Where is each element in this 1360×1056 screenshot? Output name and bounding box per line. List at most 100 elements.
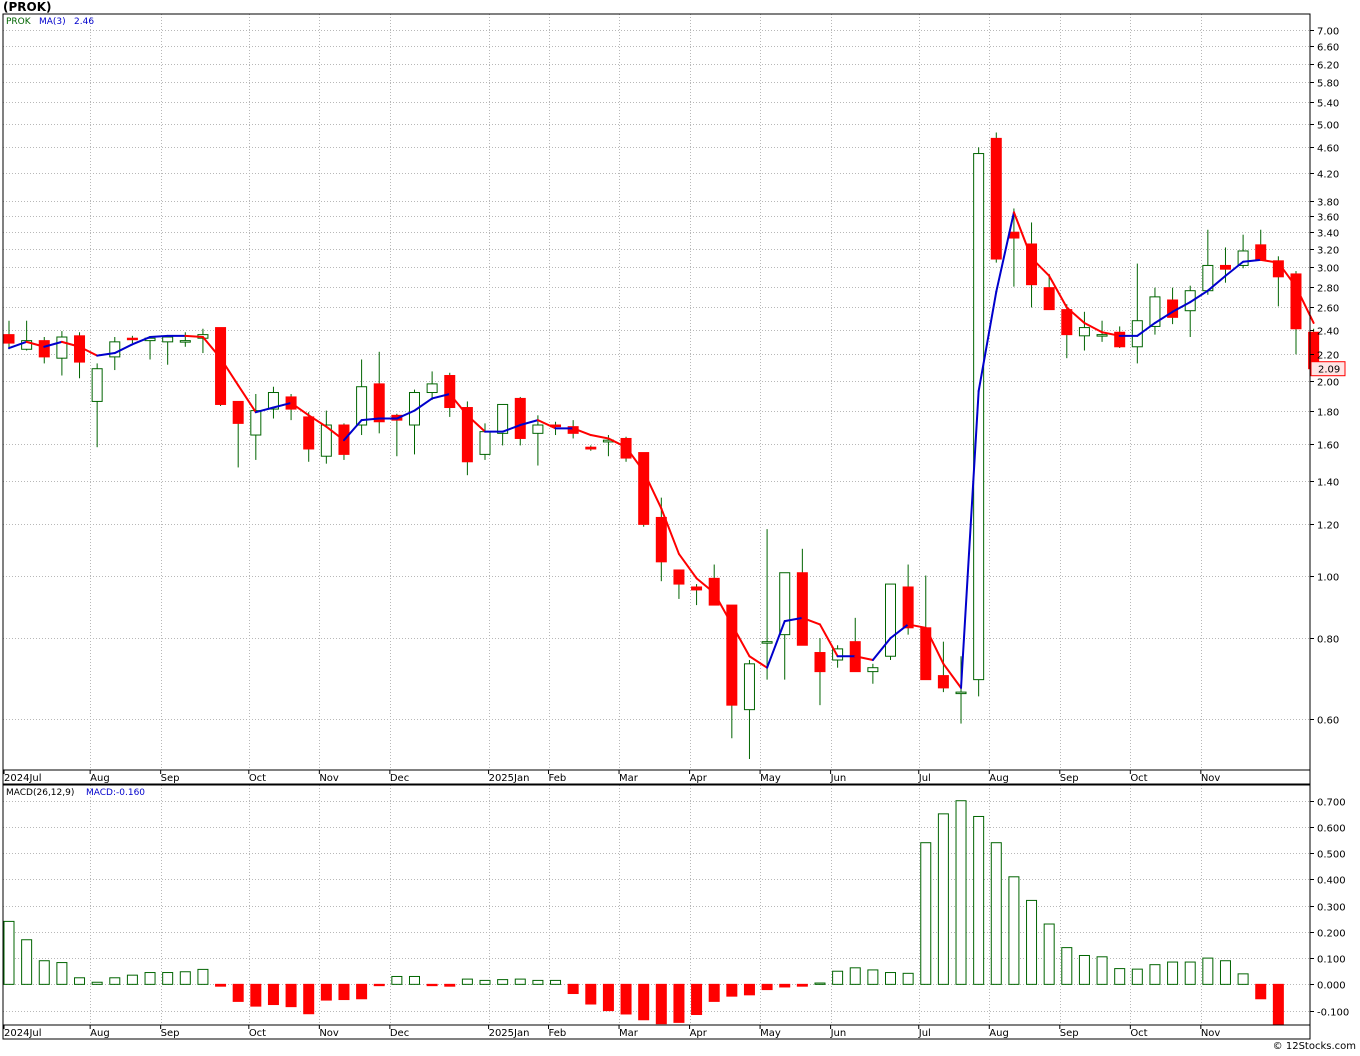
macd-bar-positive xyxy=(56,962,68,985)
macd-bar-negative xyxy=(602,983,614,1012)
price-y-tick-label: 2.60 xyxy=(1317,304,1339,315)
macd-bar-positive xyxy=(990,842,1002,985)
candle-up xyxy=(867,667,879,673)
candle-down xyxy=(796,572,808,646)
last-price-value: 2.09 xyxy=(1318,365,1340,376)
price-x-axis-band xyxy=(2,769,1311,785)
macd-bar-negative xyxy=(1272,983,1284,1027)
price-x-tick-label: Jul xyxy=(918,773,931,784)
price-x-tick-label: Nov xyxy=(1201,773,1221,784)
candle-up xyxy=(91,368,103,402)
macd-bar-positive xyxy=(1026,899,1038,985)
candle-down xyxy=(126,337,138,341)
macd-bar-negative xyxy=(779,983,791,988)
macd-bar-positive xyxy=(461,978,473,985)
macd-x-tick-label: Aug xyxy=(989,1028,1009,1039)
candle-down xyxy=(673,569,685,585)
macd-y-tick-label: 0.300 xyxy=(1317,903,1346,914)
candle-down xyxy=(3,334,15,344)
price-x-tick-label: Sep xyxy=(161,773,180,784)
candle-up xyxy=(1096,334,1108,337)
candle-up xyxy=(973,153,985,681)
macd-bar-positive xyxy=(408,975,420,985)
price-y-tick-label: 3.20 xyxy=(1317,246,1339,257)
ma-segment xyxy=(149,334,169,339)
macd-y-axis: 0.700 0.600 0.500 0.400 0.300 0.200 0.100 0.000… xyxy=(1310,798,1349,1019)
price-legend-ma-value: 2.46 xyxy=(74,17,94,27)
macd-bar-negative xyxy=(356,983,368,1000)
candle-down xyxy=(1255,244,1267,261)
macd-bar-positive xyxy=(1008,876,1020,985)
macd-x-tick-label: Sep xyxy=(161,1028,180,1039)
macd-bar-positive xyxy=(1078,954,1090,985)
candle-up xyxy=(250,410,262,436)
macd-bar-negative xyxy=(285,983,297,1008)
macd-bar-positive xyxy=(814,982,826,985)
macd-bar-positive xyxy=(179,971,191,985)
macd-bar-positive xyxy=(74,977,86,985)
macd-bar-positive xyxy=(1043,923,1055,985)
candle-down xyxy=(373,383,385,423)
macd-x-tick-label: Nov xyxy=(319,1028,339,1039)
macd-bar-positive xyxy=(832,970,844,985)
macd-bar-negative xyxy=(215,983,227,987)
candle-up xyxy=(955,691,967,695)
price-y-tick-label: 2.20 xyxy=(1317,351,1339,362)
macd-x-tick-label: Jun xyxy=(830,1028,847,1039)
macd-bar-positive xyxy=(479,979,491,985)
macd-bar-negative xyxy=(444,983,456,987)
candle-down xyxy=(215,327,227,405)
price-x-tick-label: 2025Jan xyxy=(489,773,530,784)
price-y-tick-label: 3.60 xyxy=(1317,213,1339,224)
macd-bar-negative xyxy=(673,983,685,1023)
macd-y-tick-label: 0.500 xyxy=(1317,850,1346,861)
candle-up xyxy=(479,431,491,455)
candle-up xyxy=(1078,327,1090,337)
macd-bar-positive xyxy=(1237,973,1249,985)
price-x-tick-label: Apr xyxy=(690,773,708,784)
price-x-tick-label: Mar xyxy=(619,773,639,784)
macd-bar-positive xyxy=(38,960,50,985)
price-y-tick-label: 2.80 xyxy=(1317,284,1339,295)
macd-x-tick-label: Mar xyxy=(619,1028,639,1039)
macd-x-tick-label: Oct xyxy=(249,1028,266,1039)
price-plot-area xyxy=(3,14,1310,770)
candle-down xyxy=(638,452,650,525)
candle-down xyxy=(655,516,667,563)
price-y-tick-label: 5.00 xyxy=(1317,121,1339,132)
stock-chart: 7.00 6.60 6.20 5.80 5.40 5.00 4.60 4.20 3.80 3.60… xyxy=(2,13,1349,1040)
footer-credit: © 12Stocks.com xyxy=(1272,1041,1356,1052)
candle-up xyxy=(109,341,121,358)
macd-bar-negative xyxy=(708,983,720,1002)
macd-bar-positive xyxy=(1219,960,1231,985)
candle-up xyxy=(426,383,438,394)
macd-bar-positive xyxy=(21,939,33,985)
macd-bar-positive xyxy=(885,972,896,985)
price-x-tick-label: Aug xyxy=(989,773,1009,784)
macd-bar-negative xyxy=(567,983,579,995)
candle-down xyxy=(585,446,597,450)
macd-y-tick-label: 0.100 xyxy=(1317,955,1346,966)
macd-bar-negative xyxy=(638,983,650,1021)
macd-bar-negative xyxy=(796,983,808,987)
macd-bar-positive xyxy=(1167,961,1179,985)
macd-bar-negative xyxy=(232,983,244,1002)
macd-x-tick-label: Feb xyxy=(549,1028,567,1039)
price-y-tick-label: 1.80 xyxy=(1317,408,1339,419)
macd-bar-negative xyxy=(267,983,279,1006)
macd-x-axis: 2024Jul Aug Sep Oct Nov Dec 2025Jan Feb Mar Apr Ma… xyxy=(2,1024,1311,1040)
candle-up xyxy=(179,340,191,343)
macd-bar-negative xyxy=(726,983,738,997)
macd-bar-positive xyxy=(937,813,949,985)
macd-x-tick-label: Jul xyxy=(918,1028,931,1039)
macd-y-tick-label: 0.200 xyxy=(1317,929,1346,940)
macd-bar-positive xyxy=(973,815,985,985)
price-x-axis: 2024Jul Aug Sep Oct Nov Dec 2025Jan Feb Mar Apr Ma… xyxy=(2,769,1311,785)
candle-up xyxy=(779,572,791,636)
price-y-tick-label: 3.40 xyxy=(1317,229,1339,240)
price-y-tick-label: 6.60 xyxy=(1317,43,1339,54)
macd-y-tick-label: 0.600 xyxy=(1317,824,1346,835)
macd-bar-negative xyxy=(655,983,667,1025)
price-y-tick-label: 1.00 xyxy=(1317,573,1339,584)
price-x-tick-label: Aug xyxy=(90,773,110,784)
